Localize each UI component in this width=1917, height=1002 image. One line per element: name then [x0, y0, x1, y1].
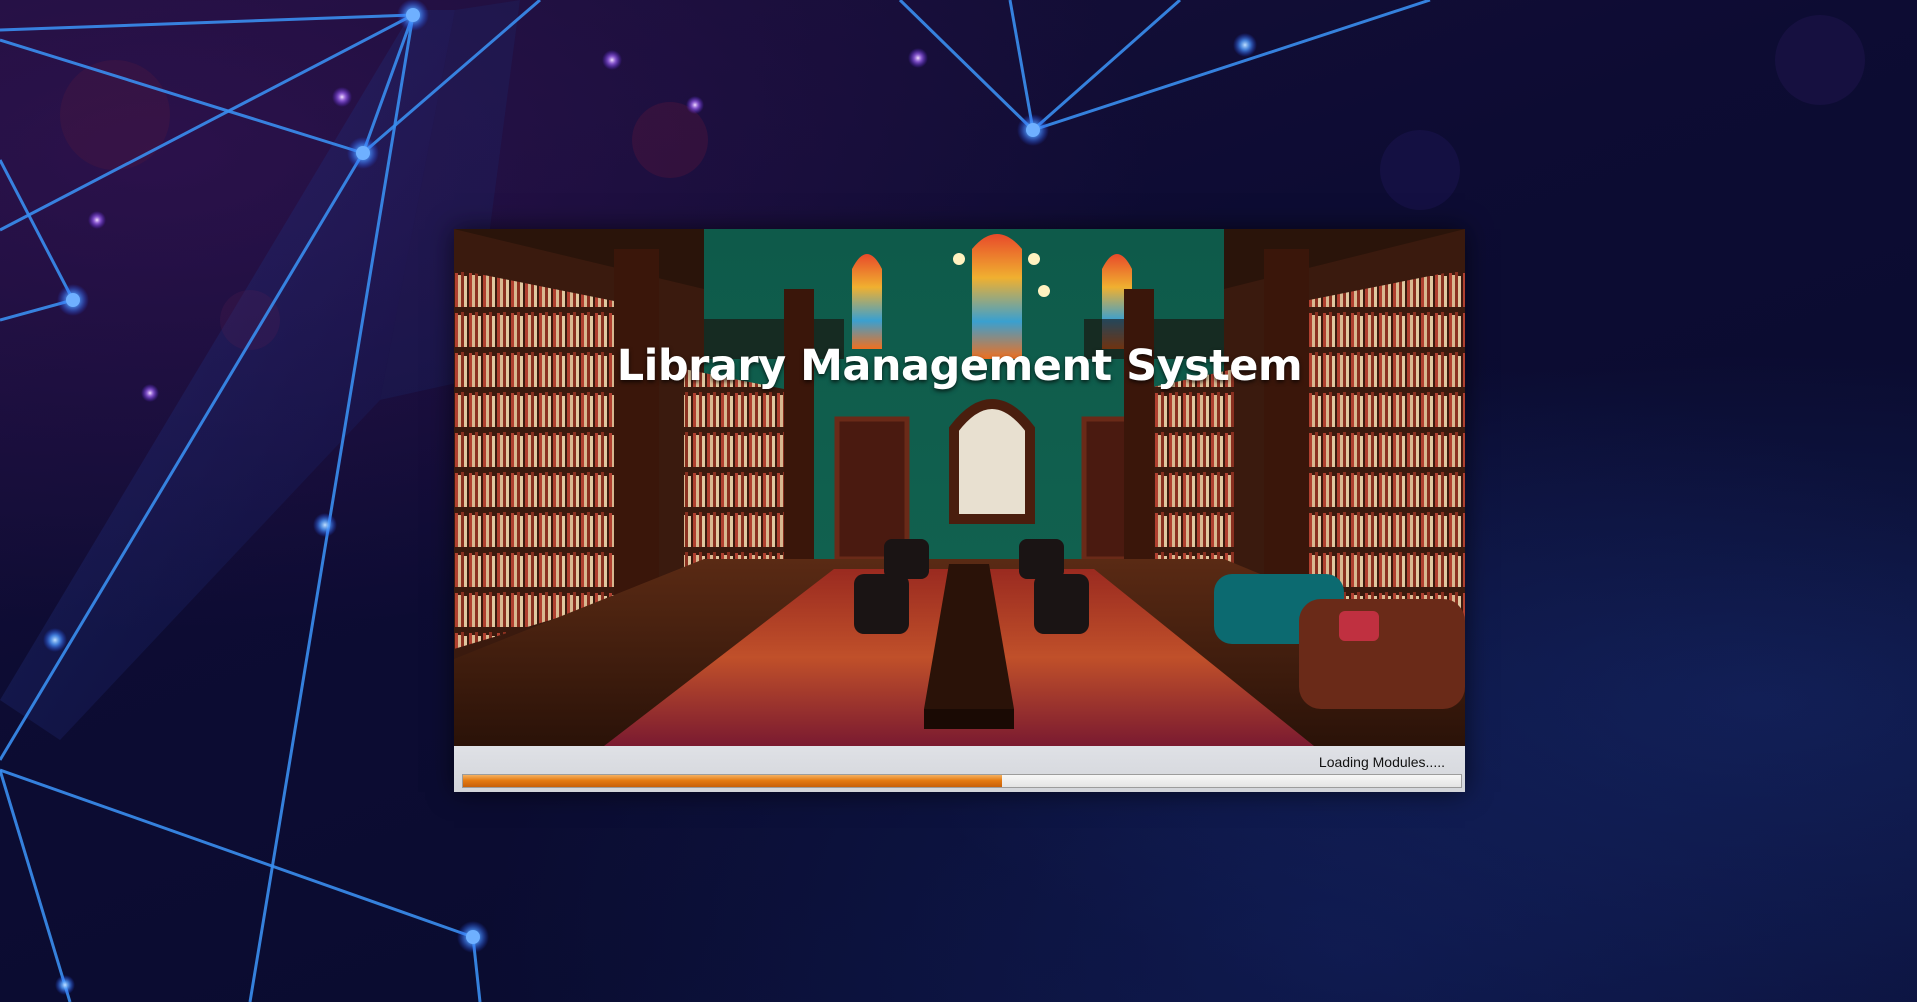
- splash-window: Library Management System Loading Module…: [454, 229, 1465, 792]
- progress-bar-fill: [463, 775, 1002, 787]
- library-image: Library Management System: [454, 229, 1465, 746]
- desktop-background: Library Management System Loading Module…: [0, 0, 1917, 1002]
- app-title: Library Management System: [616, 341, 1303, 391]
- loading-status-bar: Loading Modules.....: [454, 746, 1465, 792]
- library-illustration: [454, 229, 1465, 746]
- loading-status-text: Loading Modules.....: [1318, 754, 1445, 770]
- progress-bar: [462, 774, 1462, 788]
